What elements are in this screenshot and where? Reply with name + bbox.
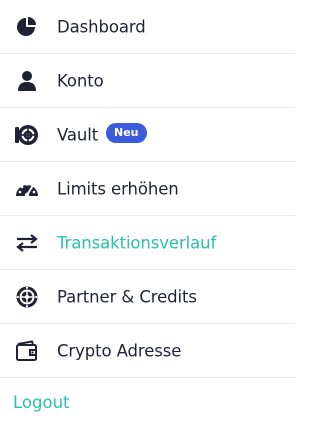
globe-icon: [14, 284, 40, 310]
menu-item-label: Dashboard: [57, 17, 146, 36]
menu-item-dashboard[interactable]: Dashboard: [0, 0, 295, 54]
sidebar-menu: Dashboard Konto Vault Neu Limits erhöhen…: [0, 0, 295, 378]
menu-item-label: Crypto Adresse: [57, 341, 182, 360]
wallet-icon: [14, 338, 40, 364]
menu-item-transaktionsverlauf[interactable]: Transaktionsverlauf: [0, 216, 295, 270]
exchange-arrows-icon: [14, 230, 40, 256]
menu-item-crypto-adresse[interactable]: Crypto Adresse: [0, 324, 295, 378]
pie-chart-icon: [14, 14, 40, 40]
menu-item-konto[interactable]: Konto: [0, 54, 295, 108]
vault-icon: [14, 122, 40, 148]
logout-link[interactable]: Logout: [13, 393, 70, 412]
user-icon: [14, 68, 40, 94]
menu-item-partner-credits[interactable]: Partner & Credits: [0, 270, 295, 324]
menu-item-label: Partner & Credits: [57, 287, 197, 306]
menu-item-label: Limits erhöhen: [57, 179, 179, 198]
menu-item-limits[interactable]: Limits erhöhen: [0, 162, 295, 216]
menu-item-vault[interactable]: Vault Neu: [0, 108, 295, 162]
speedometer-icon: [14, 176, 40, 202]
menu-item-label: Konto: [57, 71, 104, 90]
menu-item-label: Vault: [57, 125, 99, 144]
menu-item-label: Transaktionsverlauf: [57, 233, 217, 252]
new-badge: Neu: [106, 123, 147, 143]
